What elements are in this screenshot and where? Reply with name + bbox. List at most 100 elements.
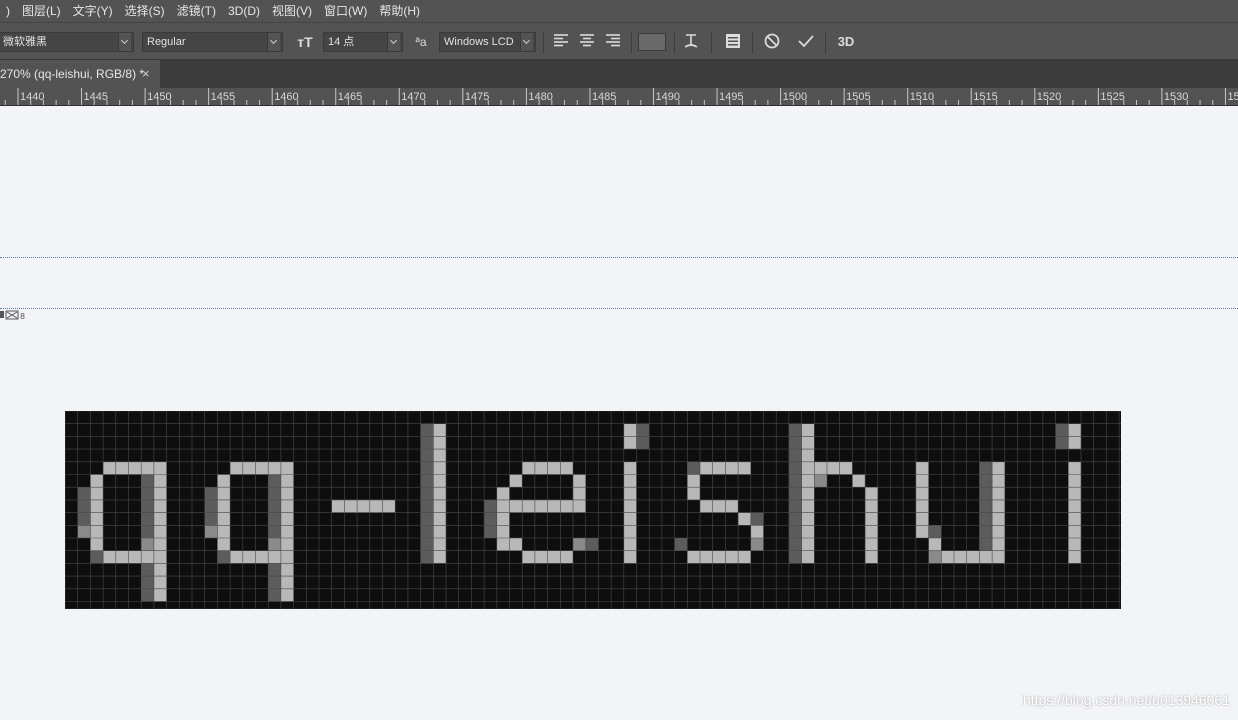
text-pixel [801,512,815,526]
ruler-label: 1525 [1100,91,1125,103]
text-pixel [420,550,434,564]
text-pixel [128,461,142,475]
text-pixel [90,487,104,500]
text-pixel [1068,550,1081,564]
antialias-value: Windows LCD [444,36,514,48]
text-pixel [560,499,573,513]
font-size-dropdown[interactable]: 14 点 [323,32,403,52]
text-pixel [141,512,154,526]
text-pixel [230,461,243,475]
horizontal-ruler[interactable]: 1440 1445 1450 1455 1460 1465 1470 1475 1480 1485… [0,88,1238,106]
text-pixel [420,499,434,513]
text-pixel [865,487,878,500]
text-pixel [433,487,446,500]
text-pixel [141,563,154,577]
menu-view[interactable]: 视图(V) [266,0,318,22]
pixel-text-layer[interactable] [65,411,1121,609]
text-pixel [217,538,231,551]
close-icon[interactable]: × [142,60,150,88]
text-pixel [788,512,802,526]
text-pixel [420,525,434,538]
text-pixel [280,525,294,538]
text-pixel [725,550,739,564]
text-pixel [255,461,269,475]
text-pixel [560,550,573,564]
text-pixel [623,499,637,513]
text-pixel [115,550,129,564]
text-pixel [369,499,383,513]
cancel-icon[interactable] [761,32,783,52]
text-pixel [268,588,281,602]
text-pixel [280,588,294,602]
document-tab[interactable]: 270% (qq-leishui, RGB/8) * × [0,60,160,88]
commit-check-icon[interactable] [795,32,817,52]
font-style-dropdown[interactable]: Regular [142,32,283,52]
text-pixel [928,525,942,538]
text-pixel [1068,436,1081,450]
text-pixel [496,538,510,551]
text-pixel [827,461,840,475]
text-pixel [268,461,281,475]
ruler-label: 1495 [719,91,744,103]
text-pixel [433,474,446,488]
text-pixel [801,525,815,538]
text-pixel [280,563,294,577]
text-pixel [90,538,104,551]
menu-item-cut[interactable]: ) [0,0,16,22]
ruler-label: 1445 [83,91,109,103]
text-pixel [623,512,637,526]
menu-filter[interactable]: 滤镜(T) [171,0,222,22]
text-pixel [280,538,294,551]
text-pixel [433,512,446,526]
text-pixel [433,538,446,551]
character-panel-icon[interactable] [722,32,744,52]
text-pixel [1068,538,1081,551]
text-pixel [268,474,281,488]
text-pixel [331,499,345,513]
svg-text:8: 8 [20,312,25,320]
text-pixel [992,512,1005,526]
text-pixel [153,525,167,538]
text-pixel [788,474,802,488]
font-family-value: 微软雅黑 [3,36,47,48]
separator [674,32,675,54]
font-family-dropdown[interactable]: 微软雅黑 [0,32,134,52]
menu-help[interactable]: 帮助(H) [373,0,426,22]
text-pixel [433,436,446,450]
text-pixel [954,550,967,564]
text-pixel [90,499,104,513]
text-pixel [801,449,815,462]
align-left-icon[interactable] [550,32,572,52]
text-pixel [979,538,993,551]
text-pixel [623,436,637,450]
text-pixel [788,423,802,437]
menu-type[interactable]: 文字(Y) [67,0,119,22]
text-pixel [153,499,167,513]
menu-3d[interactable]: 3D(D) [222,0,266,22]
separator [825,32,826,54]
text-pixel [90,525,104,538]
text-pixel [77,512,91,526]
text-pixel [852,474,866,488]
text-color-swatch[interactable] [638,33,666,51]
antialias-dropdown[interactable]: Windows LCD [439,32,536,52]
text-pixel [801,461,815,475]
text-pixel [623,461,637,475]
menu-window[interactable]: 窗口(W) [318,0,373,22]
text-pixel [750,512,764,526]
warp-text-icon[interactable] [680,32,702,52]
watermark-text: https://blog.csdn.net/u013946061 [1022,692,1230,708]
text-pixel [573,474,586,488]
text-pixel [77,499,91,513]
menu-select[interactable]: 选择(S) [119,0,171,22]
menu-layer[interactable]: 图层(L) [16,0,67,22]
align-center-icon[interactable] [576,32,598,52]
document-canvas[interactable]: 8 https://blog.csdn.net/u013946061 [0,106,1238,720]
align-right-icon[interactable] [602,32,624,52]
separator [631,32,632,54]
text-pixel [242,550,256,564]
text-pixel [992,461,1005,475]
create-3d-button[interactable]: 3D [833,32,859,52]
text-pixel [153,550,167,564]
text-pixel [801,499,815,513]
